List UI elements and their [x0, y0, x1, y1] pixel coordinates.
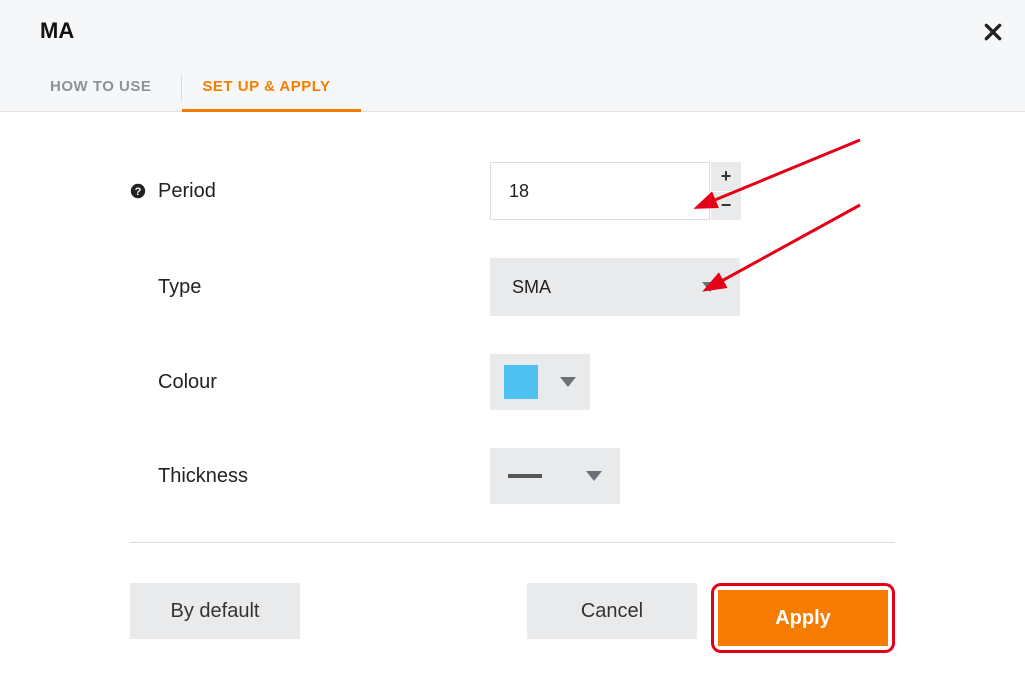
colour-select[interactable]	[490, 354, 590, 410]
type-label: Type	[158, 276, 201, 299]
period-increment-button[interactable]: +	[711, 162, 741, 191]
close-icon[interactable]	[983, 22, 1003, 47]
period-label: Period	[158, 180, 216, 203]
apply-button[interactable]: Apply	[718, 590, 888, 646]
chevron-down-icon	[702, 282, 718, 292]
colour-swatch	[504, 365, 538, 399]
help-icon[interactable]: ?	[130, 183, 146, 199]
apply-highlight: Apply	[711, 583, 895, 653]
period-decrement-button[interactable]: −	[711, 192, 741, 221]
colour-label: Colour	[158, 371, 217, 394]
type-value: SMA	[512, 277, 551, 298]
svg-text:?: ?	[135, 186, 142, 198]
thickness-select[interactable]	[490, 448, 620, 504]
period-input[interactable]	[490, 162, 710, 220]
cancel-button[interactable]: Cancel	[527, 583, 697, 639]
by-default-button[interactable]: By default	[130, 583, 300, 639]
divider	[130, 542, 895, 543]
tab-set-up-apply[interactable]: SET UP & APPLY	[182, 64, 360, 112]
chevron-down-icon	[586, 471, 602, 481]
thickness-label: Thickness	[158, 465, 248, 488]
type-select[interactable]: SMA	[490, 258, 740, 316]
dialog-title: MA	[40, 18, 995, 60]
thickness-preview	[508, 474, 542, 478]
chevron-down-icon	[560, 377, 576, 387]
tab-how-to-use[interactable]: HOW TO USE	[30, 64, 181, 111]
